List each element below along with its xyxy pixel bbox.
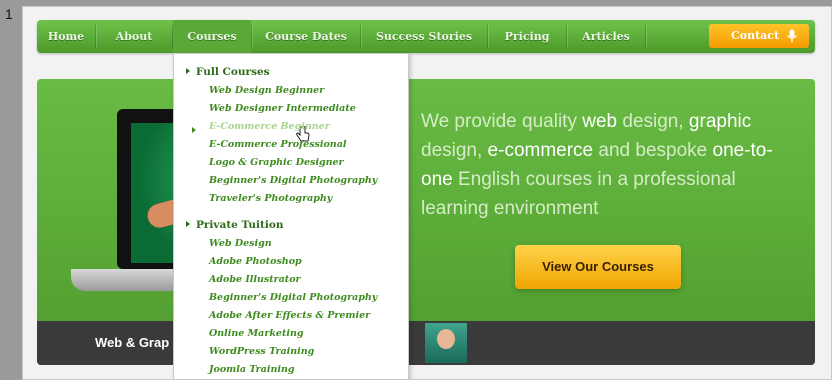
nav-divider: [645, 25, 646, 48]
private-tuition-item[interactable]: Adobe Photoshop: [209, 256, 302, 267]
main-nav: Home About Courses Course Dates Success …: [37, 20, 815, 53]
full-course-item[interactable]: E-Commerce Professional: [209, 139, 346, 150]
nav-success-stories[interactable]: Success Stories: [361, 20, 487, 53]
full-course-item[interactable]: Web Designer Intermediate: [209, 103, 356, 114]
private-tuition-item[interactable]: Adobe Illustrator: [209, 274, 301, 285]
private-tuition-item[interactable]: Web Design: [209, 238, 272, 249]
full-course-item[interactable]: Beginner's Digital Photography: [209, 175, 377, 186]
full-courses-heading: Full Courses: [186, 66, 270, 78]
submenu-arrow-icon: [192, 127, 196, 133]
tagline-text: design,: [421, 140, 488, 161]
contact-label: Contact: [731, 29, 780, 42]
nav-pricing[interactable]: Pricing: [488, 20, 566, 53]
private-tuition-item[interactable]: Joomla Training: [209, 364, 295, 375]
private-tuition-heading: Private Tuition: [186, 219, 283, 231]
nav-course-dates[interactable]: Course Dates: [252, 20, 360, 53]
private-tuition-item[interactable]: WordPress Training: [209, 346, 314, 357]
tagline-highlight: e-commerce: [487, 140, 594, 161]
tutor-face: [437, 329, 455, 349]
tagline-text: English courses in a professional learni…: [421, 169, 736, 219]
full-course-item[interactable]: Web Design Beginner: [209, 85, 324, 96]
tagline-text: design,: [617, 111, 689, 132]
tagline-highlight: graphic: [688, 111, 752, 132]
private-tuition-item[interactable]: Beginner's Digital Photography: [209, 292, 377, 303]
nav-about[interactable]: About: [96, 20, 172, 53]
tagline-text: and bespoke: [593, 140, 713, 161]
nav-courses[interactable]: Courses: [173, 20, 251, 53]
triangle-bullet-icon: [186, 221, 190, 227]
full-course-item[interactable]: Traveler's Photography: [209, 193, 332, 204]
full-course-item[interactable]: E-Commerce Beginner: [209, 121, 330, 132]
tagline-text: We provide quality: [421, 111, 583, 132]
hero-tagline: We provide quality web design, graphic d…: [421, 107, 801, 223]
step-number: 1: [5, 6, 13, 22]
contact-button[interactable]: Contact: [709, 24, 809, 48]
browser-viewport: Home About Courses Course Dates Success …: [22, 6, 832, 380]
triangle-bullet-icon: [186, 68, 190, 74]
microphone-icon: [786, 29, 798, 42]
private-tuition-item[interactable]: Adobe After Effects & Premier: [209, 310, 370, 321]
full-course-item[interactable]: Logo & Graphic Designer: [209, 157, 344, 168]
nav-articles[interactable]: Articles: [567, 20, 645, 53]
tagline-highlight: web: [582, 111, 618, 132]
nav-home[interactable]: Home: [37, 20, 95, 53]
hero-caption: Web & Grap: [95, 335, 170, 350]
hero-banner: We provide quality web design, graphic d…: [37, 79, 815, 365]
tutor-thumbnail[interactable]: [425, 323, 467, 363]
view-courses-button[interactable]: View Our Courses: [515, 245, 681, 289]
courses-dropdown-menu: Full Courses Private Tuition Web Design …: [173, 53, 409, 379]
private-tuition-item[interactable]: Online Marketing: [209, 328, 304, 339]
